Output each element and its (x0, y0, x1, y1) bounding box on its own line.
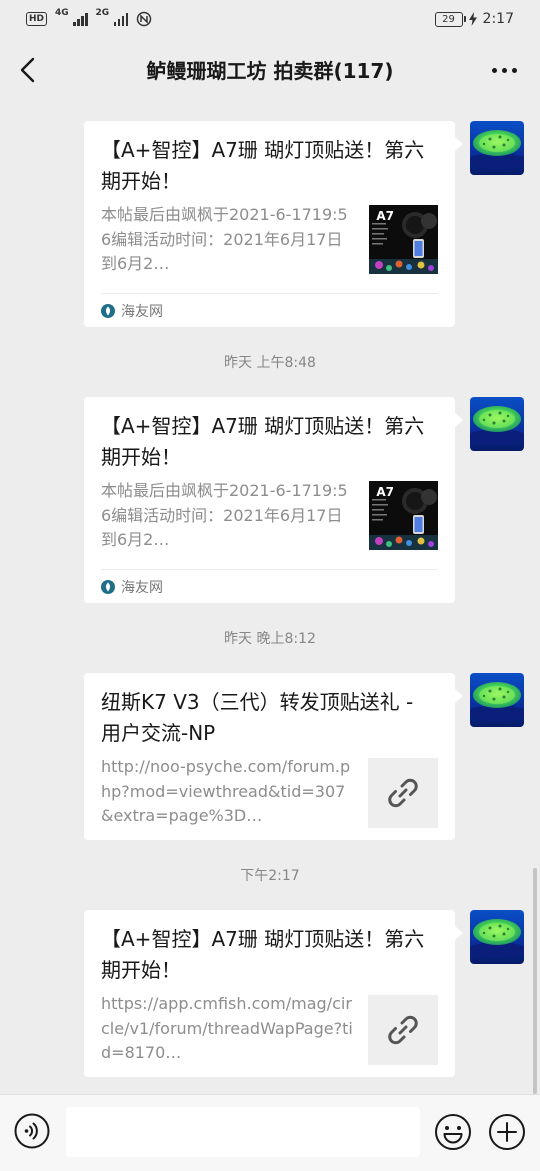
card-title: 【A+智控】A7珊 瑚灯顶贴送！第六期开始！ (101, 927, 425, 982)
card-source[interactable]: 海友网 (101, 569, 438, 603)
card-url: http://noo-psyche.com/forum.php?mod=view… (101, 757, 351, 825)
more-options-button[interactable] (488, 54, 520, 86)
emoji-icon[interactable] (434, 1113, 472, 1151)
sender-avatar[interactable] (470, 121, 524, 175)
timestamp: 昨天 晚上8:12 (224, 631, 316, 647)
source-name: 海友网 (121, 303, 163, 320)
charging-icon (468, 12, 477, 26)
link-icon (383, 1010, 423, 1050)
status-right: 29 2:17 (434, 9, 514, 29)
card-title: 【A+智控】A7珊 瑚灯顶贴送！第六期开始！ (101, 138, 425, 193)
link-card-message[interactable]: 【A+智控】A7珊 瑚灯顶贴送！第六期开始！ 本帖最后由飒枫于2021-6-17… (84, 397, 463, 603)
source-name: 海友网 (121, 579, 163, 596)
source-app-icon (101, 580, 115, 594)
input-bar (0, 1094, 540, 1171)
timestamp: 昨天 上午8:48 (224, 355, 316, 371)
link-thumbnail (368, 758, 438, 828)
thumbnail-label: A7 (376, 209, 394, 223)
timestamp: 下午2:17 (240, 868, 300, 884)
sender-avatar[interactable] (470, 910, 524, 964)
more-dots-icon (491, 67, 497, 73)
status-left: HD 4G 2G (26, 9, 152, 29)
voice-icon[interactable] (14, 1113, 50, 1149)
link-icon (383, 773, 423, 813)
card-source[interactable]: 海友网 (101, 293, 438, 327)
message-input[interactable] (66, 1107, 420, 1157)
signal-icon-2: 2G (95, 8, 129, 26)
link-card-message[interactable]: 【A+智控】A7珊 瑚灯顶贴送！第六期开始！ https://app.cmfis… (84, 910, 463, 1077)
plus-icon[interactable] (488, 1113, 526, 1151)
chat-header: 鲈鳗珊瑚工坊 拍卖群(117) (0, 38, 540, 104)
source-app-icon (101, 304, 115, 318)
chat-title: 鲈鳗珊瑚工坊 拍卖群(117) (146, 59, 394, 83)
signal-icon: 4G (55, 8, 88, 26)
card-description: 本帖最后由飒枫于2021-6-1719:56编辑活动时间：2021年6月17日到… (101, 205, 348, 273)
status-bar: HD 4G 2G 29 2:17 (0, 0, 540, 38)
scrollbar[interactable] (533, 868, 537, 1094)
network-type-1: 4G (55, 8, 69, 18)
sender-avatar[interactable] (470, 673, 524, 727)
back-button[interactable] (12, 54, 44, 86)
sender-avatar[interactable] (470, 397, 524, 451)
link-card-message[interactable]: 【A+智控】A7珊 瑚灯顶贴送！第六期开始！ 本帖最后由飒枫于2021-6-17… (84, 121, 463, 327)
card-url: https://app.cmfish.com/mag/circle/v1/for… (101, 994, 353, 1062)
link-card-message[interactable]: 纽斯K7 V3（三代）转发顶贴送礼 - 用户交流-NP http://noo-p… (84, 673, 463, 840)
card-title: 纽斯K7 V3（三代）转发顶贴送礼 - 用户交流-NP (101, 690, 414, 745)
card-description: 本帖最后由飒枫于2021-6-1719:56编辑活动时间：2021年6月17日到… (101, 481, 348, 549)
battery-icon: 29 (434, 11, 466, 27)
nfc-icon (136, 11, 152, 27)
card-title: 【A+智控】A7珊 瑚灯顶贴送！第六期开始！ (101, 414, 425, 469)
message-list[interactable]: 【A+智控】A7珊 瑚灯顶贴送！第六期开始！ 本帖最后由飒枫于2021-6-17… (0, 104, 540, 1094)
clock: 2:17 (482, 11, 514, 27)
link-thumbnail (368, 995, 438, 1065)
thumbnail-label: A7 (376, 485, 394, 499)
network-type-2: 2G (95, 8, 110, 18)
hd-badge: HD (26, 12, 48, 26)
